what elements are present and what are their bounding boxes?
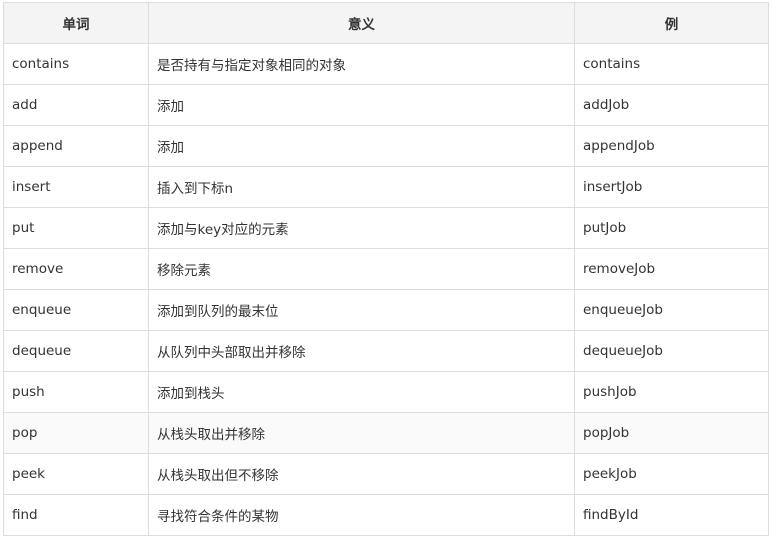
table-row: enqueue 添加到队列的最末位 enqueueJob bbox=[3, 289, 769, 331]
cell-meaning: 添加到栈头 bbox=[148, 371, 575, 413]
table-row: append 添加 appendJob bbox=[3, 125, 769, 167]
cell-example: pushJob bbox=[574, 371, 769, 413]
cell-word: add bbox=[3, 84, 149, 126]
cell-meaning: 是否持有与指定对象相同的对象 bbox=[148, 43, 575, 85]
cell-word: dequeue bbox=[3, 330, 149, 372]
vocabulary-table: 单词 意义 例 contains 是否持有与指定对象相同的对象 contains… bbox=[3, 2, 769, 536]
cell-example: putJob bbox=[574, 207, 769, 249]
cell-meaning: 添加 bbox=[148, 125, 575, 167]
table-row: pop 从栈头取出并移除 popJob bbox=[3, 412, 769, 454]
table-row: remove 移除元素 removeJob bbox=[3, 248, 769, 290]
table-row: put 添加与key对应的元素 putJob bbox=[3, 207, 769, 249]
cell-example: popJob bbox=[574, 412, 769, 454]
table-row: find 寻找符合条件的某物 findById bbox=[3, 494, 769, 536]
table-row: add 添加 addJob bbox=[3, 84, 769, 126]
cell-meaning: 添加与key对应的元素 bbox=[148, 207, 575, 249]
header-example: 例 bbox=[574, 2, 769, 44]
cell-meaning: 插入到下标n bbox=[148, 166, 575, 208]
table-body: contains 是否持有与指定对象相同的对象 contains add 添加 … bbox=[3, 43, 769, 536]
table-row: dequeue 从队列中头部取出并移除 dequeueJob bbox=[3, 330, 769, 372]
cell-word: push bbox=[3, 371, 149, 413]
cell-example: dequeueJob bbox=[574, 330, 769, 372]
vocabulary-table-container: 单词 意义 例 contains 是否持有与指定对象相同的对象 contains… bbox=[3, 2, 769, 536]
cell-example: peekJob bbox=[574, 453, 769, 495]
table-header: 单词 意义 例 bbox=[3, 2, 769, 44]
cell-meaning: 寻找符合条件的某物 bbox=[148, 494, 575, 536]
header-word: 单词 bbox=[3, 2, 149, 44]
cell-word: put bbox=[3, 207, 149, 249]
table-row: push 添加到栈头 pushJob bbox=[3, 371, 769, 413]
cell-word: enqueue bbox=[3, 289, 149, 331]
cell-meaning: 移除元素 bbox=[148, 248, 575, 290]
header-row: 单词 意义 例 bbox=[3, 2, 769, 44]
cell-example: insertJob bbox=[574, 166, 769, 208]
cell-word: peek bbox=[3, 453, 149, 495]
cell-example: enqueueJob bbox=[574, 289, 769, 331]
cell-meaning: 添加 bbox=[148, 84, 575, 126]
cell-meaning: 从栈头取出并移除 bbox=[148, 412, 575, 454]
cell-meaning: 从栈头取出但不移除 bbox=[148, 453, 575, 495]
table-row: peek 从栈头取出但不移除 peekJob bbox=[3, 453, 769, 495]
cell-word: append bbox=[3, 125, 149, 167]
table-row: contains 是否持有与指定对象相同的对象 contains bbox=[3, 43, 769, 85]
cell-example: contains bbox=[574, 43, 769, 85]
cell-meaning: 从队列中头部取出并移除 bbox=[148, 330, 575, 372]
header-meaning: 意义 bbox=[148, 2, 575, 44]
cell-example: appendJob bbox=[574, 125, 769, 167]
cell-meaning: 添加到队列的最末位 bbox=[148, 289, 575, 331]
cell-example: findById bbox=[574, 494, 769, 536]
cell-word: contains bbox=[3, 43, 149, 85]
cell-word: find bbox=[3, 494, 149, 536]
cell-example: removeJob bbox=[574, 248, 769, 290]
cell-example: addJob bbox=[574, 84, 769, 126]
cell-word: remove bbox=[3, 248, 149, 290]
cell-word: insert bbox=[3, 166, 149, 208]
cell-word: pop bbox=[3, 412, 149, 454]
table-row: insert 插入到下标n insertJob bbox=[3, 166, 769, 208]
